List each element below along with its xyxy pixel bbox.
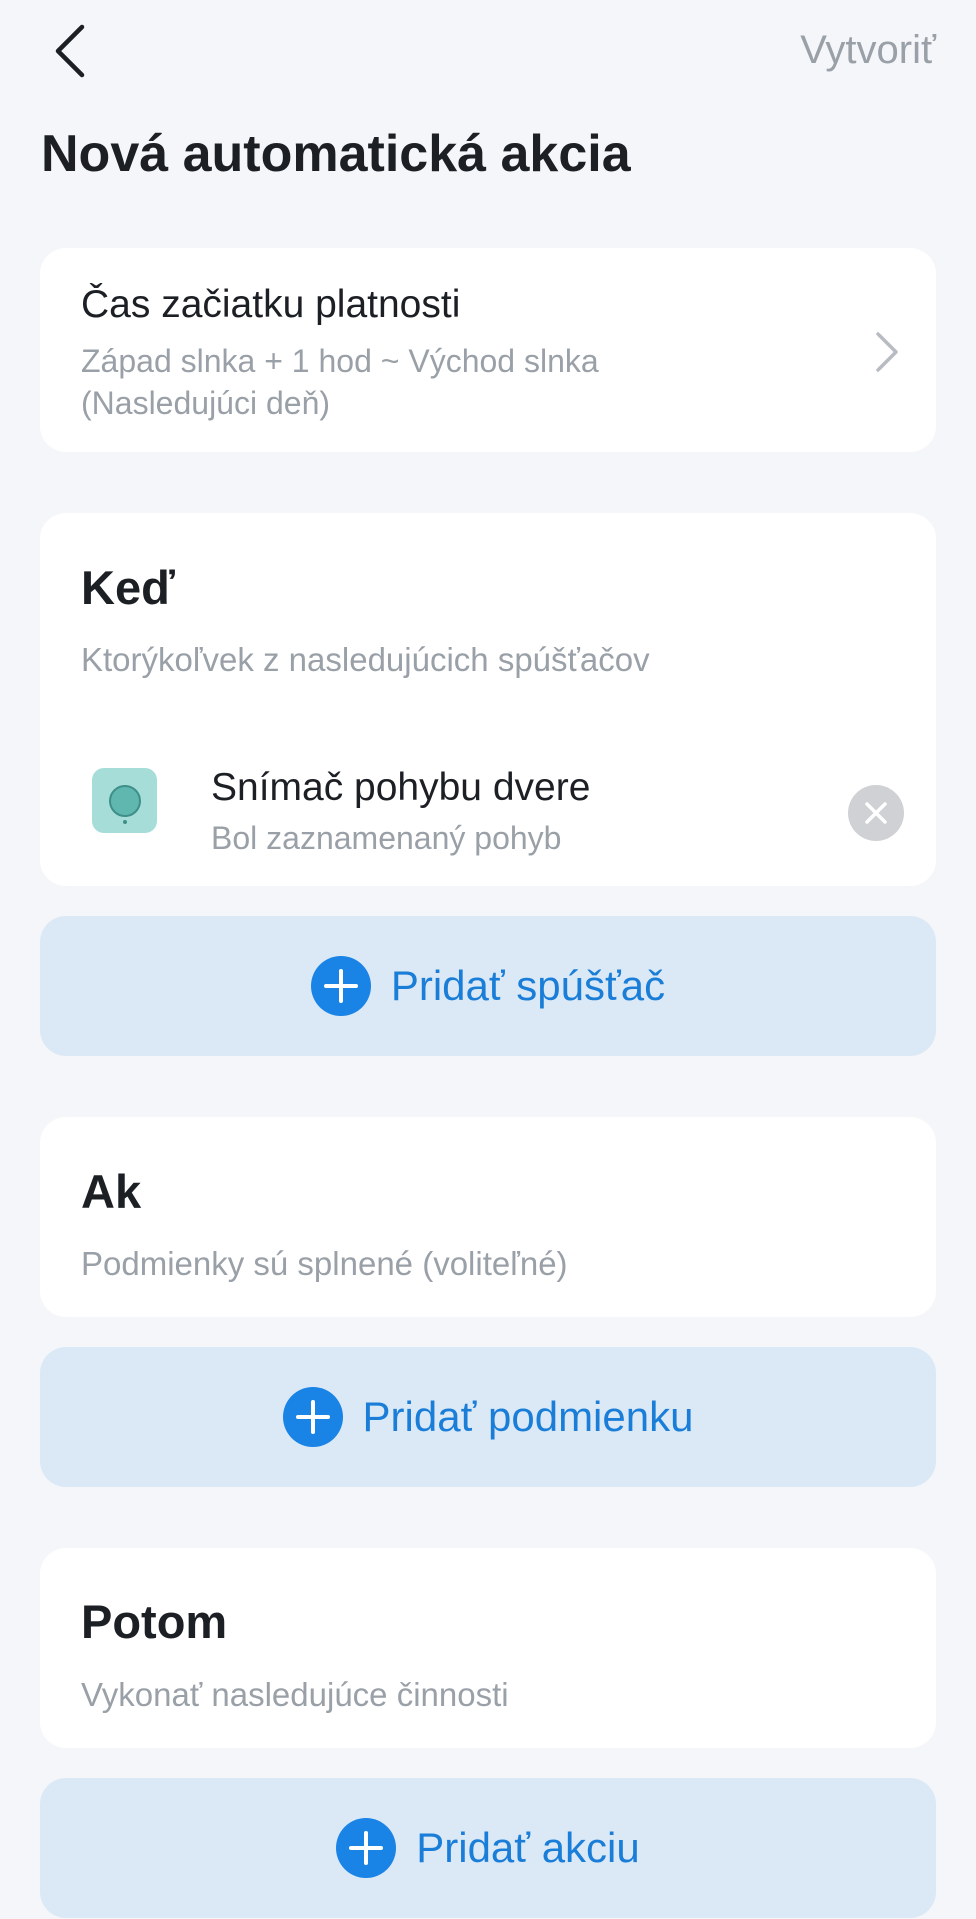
top-bar: Vytvoriť bbox=[0, 0, 976, 110]
chevron-left-icon bbox=[55, 24, 85, 78]
add-trigger-button[interactable]: Pridať spúšťač bbox=[40, 916, 936, 1056]
then-title: Potom bbox=[81, 1595, 228, 1648]
back-button[interactable] bbox=[40, 18, 100, 84]
trigger-row[interactable]: Snímač pohybu dvere Bol zaznamenaný pohy… bbox=[40, 738, 936, 868]
trigger-description: Bol zaznamenaný pohyb bbox=[211, 820, 562, 856]
when-subtitle: Ktorýkoľvek z nasledujúcich spúšťačov bbox=[81, 641, 650, 678]
when-title: Keď bbox=[81, 561, 175, 614]
validity-time-card[interactable]: Čas začiatku platnosti Západ slnka + 1 h… bbox=[40, 248, 936, 452]
then-card: Potom Vykonať nasledujúce činnosti bbox=[40, 1548, 936, 1748]
add-condition-label: Pridať podmienku bbox=[362, 1393, 694, 1440]
validity-title: Čas začiatku platnosti bbox=[81, 283, 461, 326]
if-title: Ak bbox=[81, 1165, 142, 1218]
validity-subtitle: Západ slnka + 1 hod ~ Východ slnka (Nasl… bbox=[81, 343, 599, 421]
if-subtitle: Podmienky sú splnené (voliteľné) bbox=[81, 1245, 568, 1282]
when-card: Keď Ktorýkoľvek z nasledujúcich spúšťačo… bbox=[40, 513, 936, 886]
then-subtitle: Vykonať nasledujúce činnosti bbox=[81, 1676, 509, 1713]
if-card: Ak Podmienky sú splnené (voliteľné) bbox=[40, 1117, 936, 1317]
add-action-button[interactable]: Pridať akciu bbox=[40, 1778, 936, 1918]
remove-trigger-button[interactable] bbox=[848, 785, 904, 841]
page-title: Nová automatická akcia bbox=[41, 125, 631, 183]
close-icon bbox=[865, 802, 887, 824]
create-button[interactable]: Vytvoriť bbox=[800, 28, 936, 73]
trigger-name: Snímač pohybu dvere bbox=[211, 766, 591, 809]
plus-circle-icon bbox=[282, 1387, 343, 1447]
add-trigger-label: Pridať spúšťač bbox=[390, 962, 666, 1009]
plus-circle-icon bbox=[336, 1818, 397, 1878]
plus-circle-icon bbox=[310, 956, 371, 1016]
chevron-right-icon bbox=[876, 332, 898, 372]
motion-sensor-icon bbox=[92, 768, 157, 833]
add-action-label: Pridať akciu bbox=[416, 1824, 640, 1871]
add-condition-button[interactable]: Pridať podmienku bbox=[40, 1347, 936, 1487]
